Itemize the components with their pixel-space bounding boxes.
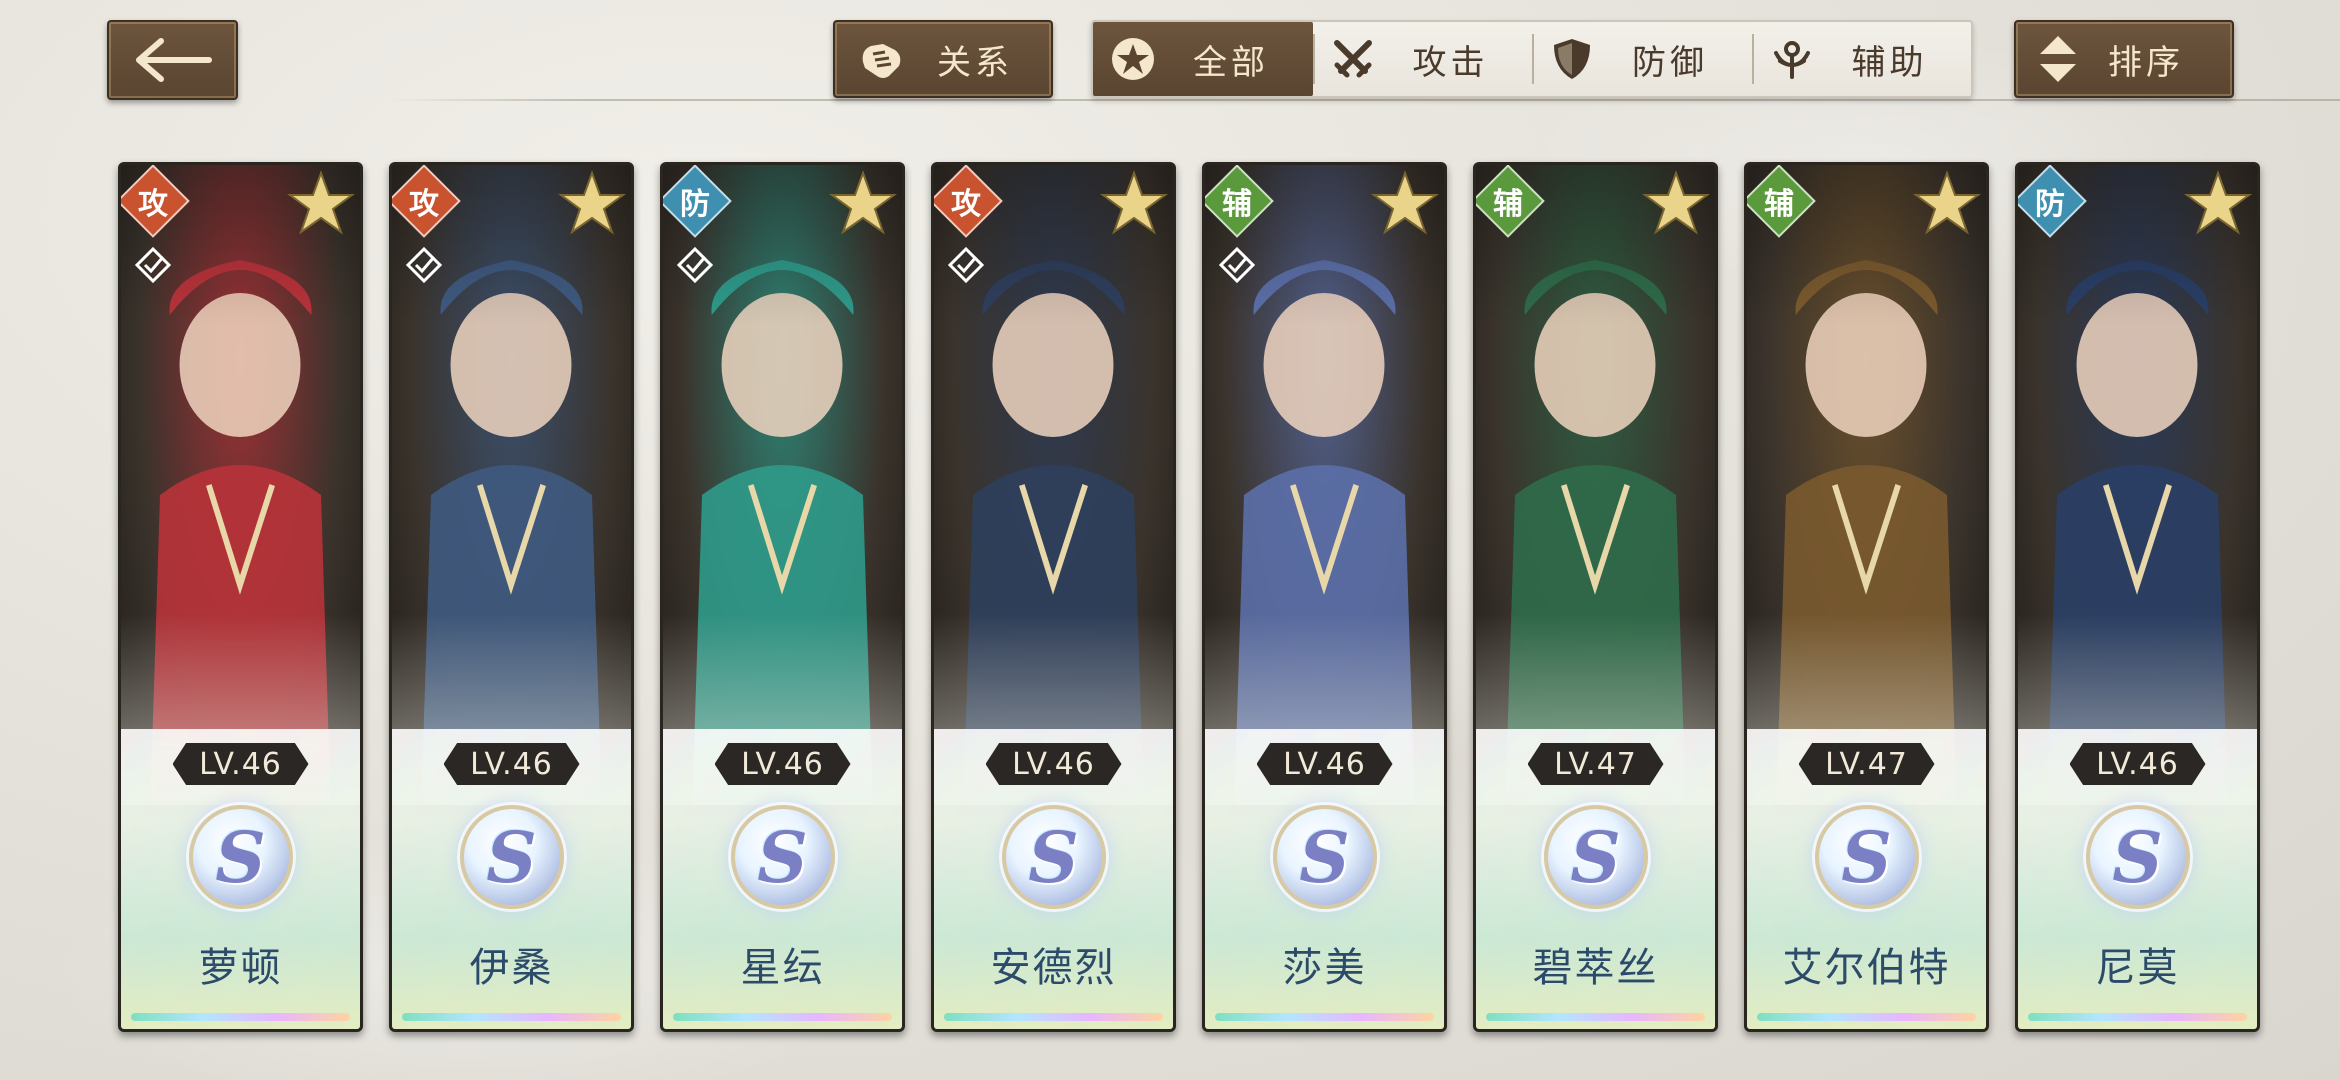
role-badge-label: 辅 — [1222, 187, 1252, 222]
character-silhouette — [2047, 260, 2228, 805]
character-card[interactable]: 攻 LV.46 S 伊桑 — [389, 162, 634, 1032]
filter-tabs: 全部 攻击 防御 辅助 — [1091, 20, 1973, 98]
star-icon — [1099, 170, 1169, 235]
progress-bar — [944, 1013, 1163, 1021]
character-card[interactable]: 防 LV.46 S 尼莫 — [2015, 162, 2260, 1032]
team-check-icon — [405, 246, 443, 284]
character-card[interactable]: 辅 LV.46 S 莎美 — [1202, 162, 1447, 1032]
character-card[interactable]: 辅 LV.47 S 艾尔伯特 — [1744, 162, 1989, 1032]
progress-bar — [402, 1013, 621, 1021]
star-icon — [1912, 170, 1982, 235]
character-silhouette — [1776, 260, 1957, 805]
support-icon — [1768, 35, 1816, 83]
character-name: 尼莫 — [2095, 945, 2180, 991]
star-icon — [286, 170, 356, 235]
level-label: LV.46 — [2069, 743, 2206, 785]
team-check-icon — [1218, 246, 1256, 284]
character-name: 碧萃丝 — [1532, 945, 1659, 991]
rank-label: S — [2112, 815, 2163, 899]
team-check-icon — [947, 246, 985, 284]
sort-label: 排序 — [2108, 42, 2184, 83]
rank-s-icon: S — [1543, 805, 1648, 909]
rank-s-icon: S — [1272, 805, 1377, 909]
rank-s-icon: S — [1814, 805, 1919, 909]
crossed-swords-icon — [1329, 35, 1377, 83]
sort-button[interactable]: 排序 — [2014, 20, 2234, 98]
rank-label: S — [757, 815, 808, 899]
rank-label: S — [486, 815, 537, 899]
character-portrait — [1476, 165, 1715, 805]
tab-defense[interactable]: 防御 — [1532, 22, 1752, 96]
star-icon — [1370, 170, 1440, 235]
role-badge-label: 防 — [2035, 187, 2065, 222]
header-divider — [390, 99, 2340, 101]
character-portrait — [1747, 165, 1986, 805]
character-list: 攻 LV.46 S 萝顿 攻 LV.46 S 伊桑 防 LV.46 S 星纭 攻… — [118, 162, 2260, 1032]
character-name: 萝顿 — [198, 945, 283, 991]
character-name: 安德烈 — [990, 945, 1117, 991]
rank-s-icon: S — [2085, 805, 2190, 909]
character-card[interactable]: 攻 LV.46 S 萝顿 — [118, 162, 363, 1032]
level-label: LV.46 — [443, 743, 580, 785]
tab-all-label: 全部 — [1193, 42, 1269, 83]
star-icon — [1641, 170, 1711, 235]
character-card[interactable]: 攻 LV.46 S 安德烈 — [931, 162, 1176, 1032]
character-name: 艾尔伯特 — [1782, 945, 1951, 991]
character-name: 星纭 — [740, 945, 825, 991]
character-card[interactable]: 防 LV.46 S 星纭 — [660, 162, 905, 1032]
sort-icon — [2040, 36, 2076, 82]
rank-label: S — [1028, 815, 1079, 899]
level-label: LV.46 — [714, 743, 851, 785]
level-label: LV.46 — [1256, 743, 1393, 785]
arrow-left-icon — [135, 38, 212, 82]
level-label: LV.46 — [172, 743, 309, 785]
star-icon — [2183, 170, 2253, 235]
team-check-icon — [134, 246, 172, 284]
relation-label: 关系 — [937, 42, 1013, 83]
role-badge-label: 攻 — [951, 187, 981, 222]
character-silhouette — [1505, 260, 1686, 805]
level-label: LV.46 — [985, 743, 1122, 785]
tab-attack-label: 攻击 — [1412, 42, 1489, 83]
character-name: 伊桑 — [469, 945, 554, 991]
level-label: LV.47 — [1527, 743, 1664, 785]
progress-bar — [131, 1013, 350, 1021]
rank-label: S — [1570, 815, 1621, 899]
star-circle-icon — [1109, 35, 1157, 83]
rank-label: S — [1299, 815, 1350, 899]
character-portrait — [2018, 165, 2257, 805]
star-icon — [557, 170, 627, 235]
role-badge-label: 攻 — [138, 187, 168, 222]
character-name: 莎美 — [1282, 945, 1367, 991]
shield-icon — [1548, 35, 1596, 83]
tab-attack[interactable]: 攻击 — [1312, 22, 1533, 96]
role-badge-label: 防 — [680, 187, 710, 222]
progress-bar — [1486, 1013, 1705, 1021]
tab-defense-label: 防御 — [1632, 42, 1708, 83]
role-badge-label: 辅 — [1764, 187, 1794, 222]
back-button[interactable] — [107, 20, 238, 100]
relation-button[interactable]: 关系 — [833, 20, 1053, 98]
role-badge-label: 辅 — [1493, 187, 1523, 222]
rank-s-icon: S — [1001, 805, 1106, 909]
progress-bar — [1757, 1013, 1976, 1021]
team-check-icon — [676, 246, 714, 284]
tab-support-label: 辅助 — [1851, 42, 1928, 83]
rank-label: S — [215, 815, 266, 899]
handshake-icon — [862, 44, 901, 78]
tab-support[interactable]: 辅助 — [1751, 22, 1972, 96]
progress-bar — [2028, 1013, 2247, 1021]
rank-s-icon: S — [459, 805, 564, 909]
progress-bar — [1215, 1013, 1434, 1021]
role-badge-label: 攻 — [409, 187, 439, 222]
star-icon — [828, 170, 898, 235]
rank-s-icon: S — [730, 805, 835, 909]
tab-all[interactable]: 全部 — [1093, 22, 1313, 96]
rank-s-icon: S — [188, 805, 293, 909]
progress-bar — [673, 1013, 892, 1021]
rank-label: S — [1841, 815, 1892, 899]
level-label: LV.47 — [1798, 743, 1935, 785]
character-card[interactable]: 辅 LV.47 S 碧萃丝 — [1473, 162, 1718, 1032]
